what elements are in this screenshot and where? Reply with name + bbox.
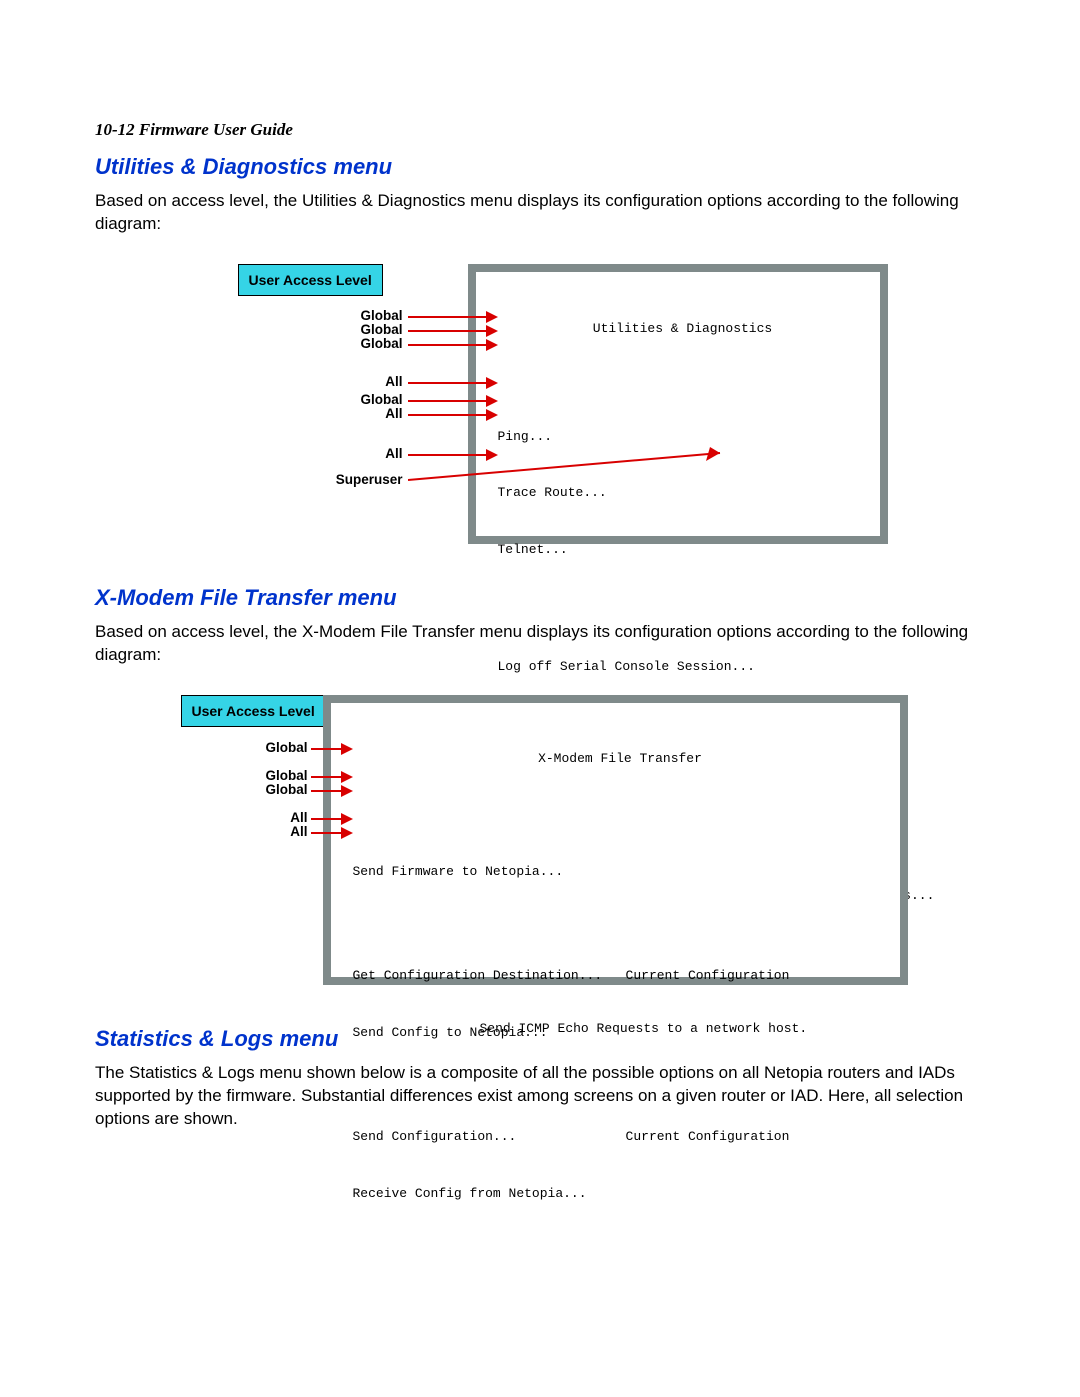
menu-panel-xmodem: X-Modem File Transfer Send Firmware to N…	[323, 695, 908, 985]
user-access-level-box: User Access Level	[181, 695, 326, 727]
menu-item: Send Firmware to Netopia...	[353, 863, 888, 882]
arrow-diagonal-icon	[408, 439, 738, 489]
arrow-line	[311, 790, 341, 792]
access-label: All	[228, 810, 308, 825]
arrow-line	[408, 330, 486, 332]
menu-item: Send Configuration... Current Configurat…	[353, 1128, 888, 1147]
menu-item: Telnet...	[498, 541, 868, 560]
arrow-head-icon	[486, 409, 498, 421]
access-label: Global	[323, 392, 403, 407]
page-header: 10-12 Firmware User Guide	[95, 120, 990, 140]
menu-item: Send Config to Netopia...	[353, 1024, 888, 1043]
arrow-line	[408, 414, 486, 416]
access-label: All	[228, 824, 308, 839]
arrow-head-icon	[341, 743, 353, 755]
menu-item: Receive Config from Netopia...	[353, 1185, 888, 1204]
arrow-head-icon	[341, 827, 353, 839]
access-label: Global	[323, 336, 403, 351]
menu-item: Get Configuration Destination... Current…	[353, 967, 888, 986]
access-label: Global	[323, 322, 403, 337]
diagram-utilities: User Access Level Utilities & Diagnostic…	[193, 264, 893, 549]
user-access-level-box: User Access Level	[238, 264, 383, 296]
arrow-line	[408, 316, 486, 318]
access-label: Global	[228, 768, 308, 783]
menu-title-xmodem: X-Modem File Transfer	[353, 750, 888, 769]
section-title-utilities: Utilities & Diagnostics menu	[95, 154, 990, 180]
access-label: Global	[323, 308, 403, 323]
arrow-head-icon	[341, 813, 353, 825]
access-label: All	[323, 406, 403, 421]
diagram-xmodem: User Access Level X-Modem File Transfer …	[173, 695, 913, 990]
arrow-line	[311, 748, 341, 750]
access-label: Global	[228, 740, 308, 755]
access-label: Superuser	[323, 472, 403, 487]
arrow-line	[311, 818, 341, 820]
arrow-head-icon	[486, 395, 498, 407]
arrow-head-icon	[486, 311, 498, 323]
arrow-line	[311, 832, 341, 834]
section-body-utilities: Based on access level, the Utilities & D…	[95, 190, 990, 236]
arrow-line	[408, 382, 486, 384]
arrow-line	[408, 344, 486, 346]
access-label: All	[323, 446, 403, 461]
arrow-head-icon	[486, 325, 498, 337]
access-label: Global	[228, 782, 308, 797]
arrow-line	[311, 776, 341, 778]
access-label: All	[323, 374, 403, 389]
arrow-line	[408, 400, 486, 402]
menu-panel-utilities: Utilities & Diagnostics Ping... Trace Ro…	[468, 264, 888, 544]
arrow-head-icon	[341, 771, 353, 783]
arrow-head-icon	[486, 377, 498, 389]
arrow-head-icon	[341, 785, 353, 797]
menu-item: Log off Serial Console Session...	[498, 658, 868, 677]
arrow-head-icon	[486, 339, 498, 351]
menu-title-utilities: Utilities & Diagnostics	[498, 320, 868, 339]
